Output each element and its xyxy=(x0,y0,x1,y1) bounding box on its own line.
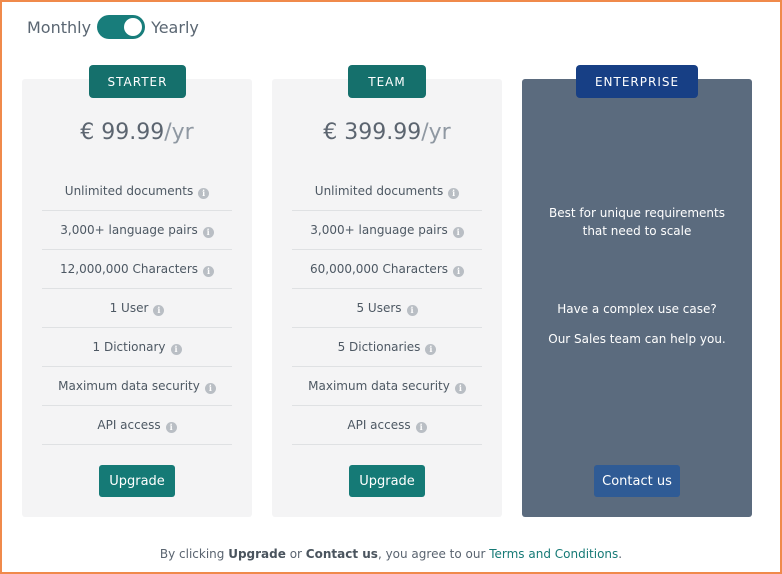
feature-item: 3,000+ language pairs i xyxy=(292,211,482,250)
feature-list: Unlimited documents i 3,000+ language pai… xyxy=(292,172,482,445)
plan-price: € 399.99/yr xyxy=(323,120,451,145)
upgrade-button-team[interactable]: Upgrade xyxy=(349,465,425,497)
info-icon[interactable]: i xyxy=(198,187,210,199)
terms-link[interactable]: Terms and Conditions xyxy=(489,547,618,561)
feature-item: 12,000,000 Characters i xyxy=(42,250,232,289)
info-icon[interactable]: i xyxy=(453,265,465,277)
contact-us-button[interactable]: Contact us xyxy=(594,465,680,497)
yearly-label[interactable]: Yearly xyxy=(151,18,199,37)
plan-card-team: € 399.99/yr Unlimited documents i 3,000+ … xyxy=(272,79,502,517)
feature-item: API access i xyxy=(292,406,482,445)
info-icon[interactable]: i xyxy=(165,421,177,433)
feature-item: Unlimited documents i xyxy=(42,172,232,211)
feature-item: 1 User i xyxy=(42,289,232,328)
info-icon[interactable]: i xyxy=(406,304,418,316)
feature-item: 1 Dictionary i xyxy=(42,328,232,367)
info-icon[interactable]: i xyxy=(454,382,466,394)
plan-price: € 99.99/yr xyxy=(80,120,194,145)
feature-item: Unlimited documents i xyxy=(292,172,482,211)
feature-item: 3,000+ language pairs i xyxy=(42,211,232,250)
legal-notice: By clicking Upgrade or Contact us, you a… xyxy=(159,547,623,561)
info-icon[interactable]: i xyxy=(452,226,464,238)
info-icon[interactable]: i xyxy=(204,382,216,394)
info-icon[interactable]: i xyxy=(202,226,214,238)
switch-knob xyxy=(124,18,143,36)
feature-item: Maximum data security i xyxy=(42,367,232,406)
billing-switch[interactable] xyxy=(97,15,146,39)
info-icon[interactable]: i xyxy=(170,343,182,355)
info-icon[interactable]: i xyxy=(415,421,427,433)
info-icon[interactable]: i xyxy=(448,187,460,199)
feature-item: 5 Users i xyxy=(292,289,482,328)
info-icon[interactable]: i xyxy=(425,343,437,355)
monthly-label[interactable]: Monthly xyxy=(27,18,91,37)
upgrade-button-starter[interactable]: Upgrade xyxy=(99,465,175,497)
feature-item: 60,000,000 Characters i xyxy=(292,250,482,289)
enterprise-question: Have a complex use case? xyxy=(557,302,717,316)
feature-item: 5 Dictionaries i xyxy=(292,328,482,367)
feature-item: Maximum data security i xyxy=(292,367,482,406)
info-icon[interactable]: i xyxy=(203,265,215,277)
plan-card-starter: € 99.99/yr Unlimited documents i 3,000+ l… xyxy=(22,79,252,517)
feature-list: Unlimited documents i 3,000+ language pai… xyxy=(42,172,232,445)
plan-badge-enterprise: ENTERPRISE xyxy=(576,65,698,98)
info-icon[interactable]: i xyxy=(153,304,165,316)
plan-badge-team: TEAM xyxy=(348,65,426,98)
enterprise-description: Best for unique requirements that need t… xyxy=(549,206,725,238)
plan-badge-starter: STARTER xyxy=(89,65,186,98)
plan-card-enterprise: Best for unique requirements that need t… xyxy=(522,79,752,517)
enterprise-help: Our Sales team can help you. xyxy=(548,332,726,346)
feature-item: API access i xyxy=(42,406,232,445)
billing-period-toggle: Monthly Yearly xyxy=(27,14,199,40)
